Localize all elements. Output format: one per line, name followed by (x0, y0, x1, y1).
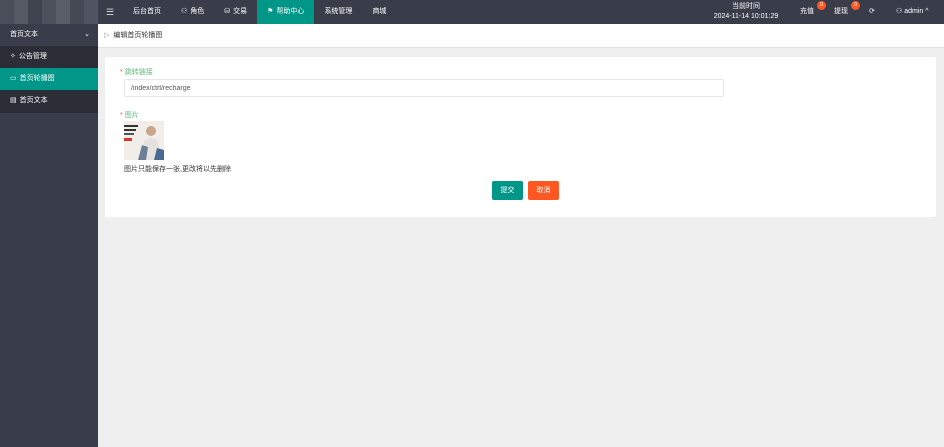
flag-icon: ⚑ (267, 8, 274, 15)
sidebar-item-announcements[interactable]: ✧ 公告管理 (0, 46, 98, 68)
cancel-button[interactable]: 取消 (528, 181, 559, 200)
required-mark: * (120, 112, 123, 119)
coins-icon: ⛁ (224, 8, 231, 15)
carousel-image-thumbnail[interactable] (124, 121, 164, 160)
top-nav: 后台首页 ⚇ 角色 ⛁ 交易 ⚑ 帮助中心 系统管理 商城 (123, 0, 396, 24)
nav-system[interactable]: 系统管理 (314, 0, 362, 24)
nav-roles[interactable]: ⚇ 角色 (171, 0, 214, 24)
image-field-label: * 图片 (120, 112, 139, 119)
submit-button[interactable]: 提交 (492, 181, 523, 200)
user-name: admin (904, 8, 924, 15)
nav-trade[interactable]: ⛁ 交易 (214, 0, 257, 24)
recharge-badge: 0 (817, 1, 826, 10)
refresh-icon[interactable]: ⟳ (869, 0, 875, 24)
clock-label: 当前时间 (732, 3, 760, 10)
required-mark: * (120, 69, 123, 76)
sidebar-group-homepage-text[interactable]: 首页文本 ⌄ (0, 24, 98, 46)
user-icon: ⚇ (896, 8, 903, 15)
current-time: 当前时间 2024-11-14 10:01:29 (706, 2, 786, 22)
withdraw-link[interactable]: 提现 (834, 0, 848, 24)
thumbnail-image (124, 121, 164, 160)
link-field-label: * 跳转链接 (120, 69, 153, 76)
link-input[interactable] (124, 79, 724, 97)
sidebar: 首页文本 ⌄ ✧ 公告管理 ▭ 首页轮播图 ▤ 首页文本 (0, 24, 98, 447)
breadcrumb: ▷ 编辑首页轮播图 (98, 24, 944, 48)
sidebar-item-homepage-text[interactable]: ▤ 首页文本 (0, 90, 98, 112)
nav-dashboard[interactable]: 后台首页 (123, 0, 171, 24)
nav-help-center[interactable]: ⚑ 帮助中心 (257, 0, 315, 24)
sidebar-submenu: ✧ 公告管理 ▭ 首页轮播图 ▤ 首页文本 (0, 46, 98, 113)
user-menu[interactable]: ⚇ admin ^ (896, 0, 929, 24)
recharge-link[interactable]: 充值 (800, 0, 814, 24)
document-icon: ▤ (10, 97, 17, 104)
chevron-down-icon: ⌄ (84, 31, 90, 38)
sidebar-group-label: 首页文本 (10, 31, 38, 38)
breadcrumb-label: 编辑首页轮播图 (113, 32, 163, 39)
edit-form-card: *跳转链接 *图片 图片只能保存一张,更改将以先删除 提交 取消 (105, 57, 936, 217)
chevron-up-icon: ^ (925, 8, 929, 15)
menu-icon[interactable]: ☰ (105, 5, 115, 19)
image-icon: ▭ (10, 75, 17, 82)
clock-value: 2024-11-14 10:01:29 (713, 13, 779, 20)
bullhorn-icon: ✧ (10, 53, 16, 60)
withdraw-badge: 0 (851, 1, 860, 10)
user-icon: ⚇ (181, 8, 188, 15)
logo-area (0, 0, 98, 24)
chevron-right-icon: ▷ (104, 32, 110, 39)
top-navbar: ☰ 后台首页 ⚇ 角色 ⛁ 交易 ⚑ 帮助中心 系统管理 商城 当前时间 2024-1… (0, 0, 944, 24)
image-note: 图片只能保存一张,更改将以先删除 (124, 166, 231, 173)
sidebar-item-carousel[interactable]: ▭ 首页轮播图 (0, 68, 98, 90)
nav-mall[interactable]: 商城 (362, 0, 396, 24)
